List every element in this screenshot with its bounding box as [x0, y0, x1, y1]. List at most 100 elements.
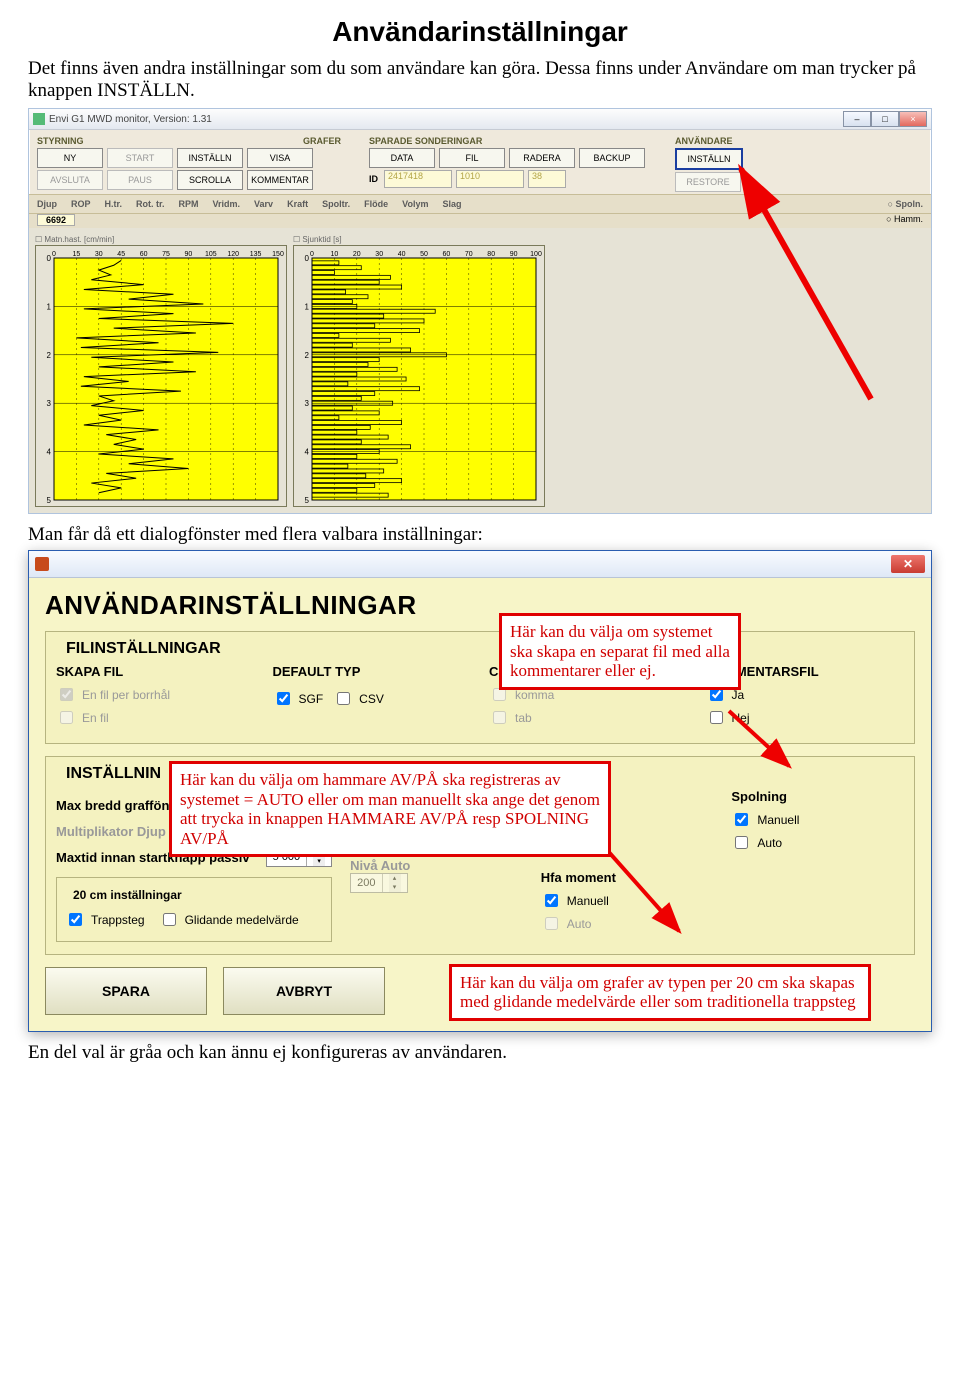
- svg-text:30: 30: [375, 251, 383, 258]
- chk-sgf[interactable]: [277, 692, 290, 705]
- svg-text:0: 0: [52, 251, 56, 258]
- page-title: Användarinställningar: [28, 16, 932, 48]
- lbl: En fil per borrhål: [82, 688, 170, 702]
- grp-anv-label: ANVÄNDARE: [675, 136, 755, 146]
- callout-kommentarsfil: Här kan du välja om systemet ska skapa e…: [499, 613, 741, 690]
- btn-radera[interactable]: RADERA: [509, 148, 575, 168]
- btn-anv-installn[interactable]: INSTÄLLN: [675, 148, 743, 170]
- niva-label: Nivå Auto: [350, 858, 523, 873]
- hfa-label: Hfa moment: [541, 870, 714, 885]
- minimize-icon[interactable]: –: [843, 111, 871, 127]
- svg-text:80: 80: [487, 251, 495, 258]
- chk-tab: [493, 711, 506, 724]
- lbl: Trappsteg: [91, 913, 145, 927]
- val1-field[interactable]: 1010: [456, 170, 524, 188]
- grp-grafer-label: GRAFER: [303, 136, 363, 146]
- radio-spoln[interactable]: Spoln.: [896, 199, 924, 209]
- java-icon: [35, 557, 49, 571]
- toolbar: STYRNING NY START INSTÄLLN VISA AVSLUTA …: [29, 130, 931, 194]
- niva-input: 200▴▾: [350, 873, 407, 893]
- btn-start[interactable]: START: [107, 148, 173, 168]
- svg-text:30: 30: [95, 251, 103, 258]
- callout-20cm: Här kan du välja om grafer av typen per …: [449, 964, 871, 1021]
- svg-text:5: 5: [47, 496, 52, 505]
- chk-nej[interactable]: [710, 711, 723, 724]
- deftyp-label: DEFAULT TYP: [273, 664, 472, 679]
- svg-text:0: 0: [310, 251, 314, 258]
- svg-text:2: 2: [305, 351, 310, 360]
- grp-styrning-label: STYRNING: [37, 136, 297, 146]
- dialog-titlebar: ✕: [29, 551, 931, 578]
- chk-csv[interactable]: [337, 692, 350, 705]
- btn-installn[interactable]: INSTÄLLN: [177, 148, 243, 168]
- intro-text: Det finns även andra inställningar som d…: [28, 58, 932, 102]
- param: Djup: [37, 199, 57, 209]
- svg-text:75: 75: [162, 251, 170, 258]
- titlebar: Envi G1 MWD monitor, Version: 1.31 – □ ×: [29, 109, 931, 130]
- svg-text:105: 105: [205, 251, 217, 258]
- param: RPM: [179, 199, 199, 209]
- lbl: Glidande medelvärde: [185, 913, 299, 927]
- svg-text:90: 90: [185, 251, 193, 258]
- svg-text:150: 150: [272, 251, 284, 258]
- btn-paus[interactable]: PAUS: [107, 170, 173, 190]
- maximize-icon[interactable]: □: [871, 111, 899, 127]
- svg-text:15: 15: [73, 251, 81, 258]
- settings-dialog: ✕ ANVÄNDARINSTÄLLNINGAR FILINSTÄLLNINGAR…: [28, 550, 932, 1032]
- id-field[interactable]: 2417418: [384, 170, 452, 188]
- svg-text:50: 50: [420, 251, 428, 258]
- param-row: Djup ROP H.tr. Rot. tr. RPM Vridm. Varv …: [29, 194, 931, 214]
- close-icon[interactable]: ×: [899, 111, 927, 127]
- app-icon: [33, 113, 45, 125]
- chk-spo-auto[interactable]: [735, 836, 748, 849]
- btn-ny[interactable]: NY: [37, 148, 103, 168]
- val2-field[interactable]: 38: [528, 170, 566, 188]
- svg-text:0: 0: [47, 254, 52, 263]
- lbl: En fil: [82, 711, 109, 725]
- param: Kraft: [287, 199, 308, 209]
- btn-data[interactable]: DATA: [369, 148, 435, 168]
- charts-area: ☐ Matn.hast. [cm/min] 012345015304560759…: [29, 228, 931, 513]
- chk-komma: [493, 688, 506, 701]
- param: Vridm.: [213, 199, 241, 209]
- lbl: Nej: [732, 711, 750, 725]
- chart-matnhast: ☐ Matn.hast. [cm/min] 012345015304560759…: [35, 234, 287, 507]
- svg-text:4: 4: [305, 448, 310, 457]
- avbryt-button[interactable]: AVBRYT: [223, 967, 385, 1015]
- btn-avsluta[interactable]: AVSLUTA: [37, 170, 103, 190]
- param: Volym: [402, 199, 428, 209]
- lbl: SGF: [299, 692, 324, 706]
- lbl: Manuell: [757, 813, 799, 827]
- btn-fil[interactable]: FIL: [439, 148, 505, 168]
- chk-glidande[interactable]: [163, 913, 176, 926]
- btn-scrolla[interactable]: SCROLLA: [177, 170, 243, 190]
- chk-ja[interactable]: [710, 688, 723, 701]
- svg-text:90: 90: [510, 251, 518, 258]
- param: Spoltr.: [322, 199, 350, 209]
- caption-text: Man får då ett dialogfönster med flera v…: [28, 524, 932, 546]
- close-icon[interactable]: ✕: [891, 555, 925, 573]
- svg-text:5: 5: [305, 496, 310, 505]
- cm-title: 20 cm inställningar: [69, 888, 186, 902]
- panel-filinstallningar: FILINSTÄLLNINGAR SKAPA FIL En fil per bo…: [45, 631, 915, 744]
- chk-enfil: [60, 711, 73, 724]
- btn-restore[interactable]: RESTORE: [675, 172, 741, 192]
- btn-backup[interactable]: BACKUP: [579, 148, 645, 168]
- param: Varv: [254, 199, 273, 209]
- param: ROP: [71, 199, 91, 209]
- svg-text:100: 100: [530, 251, 542, 258]
- lbl: Auto: [757, 836, 782, 850]
- svg-text:3: 3: [47, 399, 52, 408]
- svg-text:10: 10: [331, 251, 339, 258]
- chk-spo-man[interactable]: [735, 813, 748, 826]
- chk-hfa-man[interactable]: [545, 894, 558, 907]
- panel-inst-title: INSTÄLLNIN: [62, 765, 165, 783]
- spara-button[interactable]: SPARA: [45, 967, 207, 1015]
- chk-trappsteg[interactable]: [69, 913, 82, 926]
- skapa-fil-label: SKAPA FIL: [56, 664, 255, 679]
- lbl: CSV: [359, 692, 384, 706]
- radio-hamm[interactable]: Hamm.: [894, 214, 923, 224]
- multdjup-label: Multiplikator Djup: [56, 824, 166, 839]
- svg-text:40: 40: [398, 251, 406, 258]
- djup-value: 6692: [37, 214, 75, 226]
